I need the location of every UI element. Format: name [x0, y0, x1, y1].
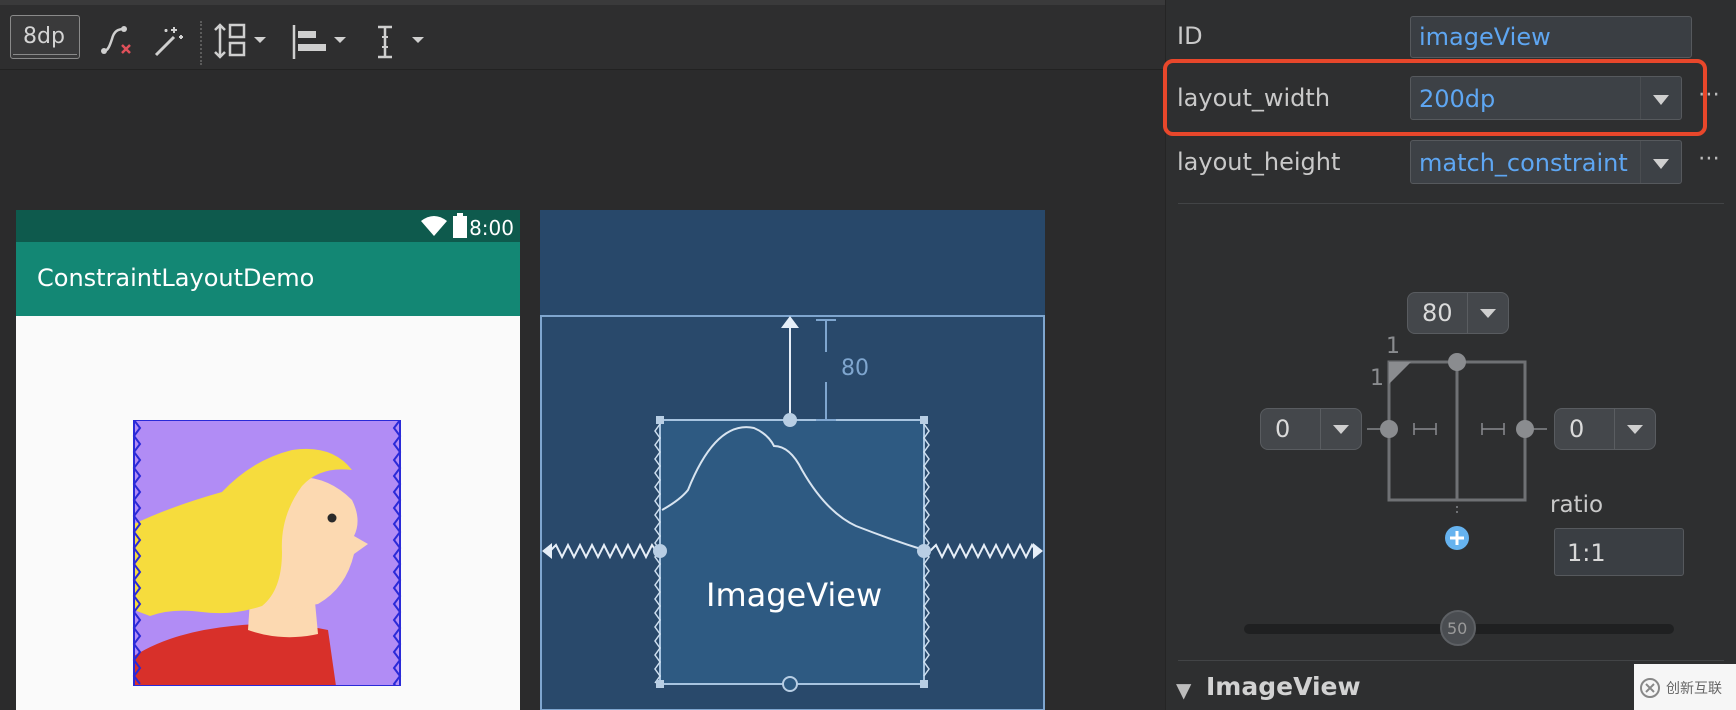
attributes-panel: ID imageView layout_width 200dp ⋯ layout…	[1163, 0, 1736, 710]
layout-height-dropdown[interactable]: match_constraint	[1410, 140, 1682, 184]
layout-editor: 8dp 8:00 ConstraintLayoutDemo 80 ImageVi…	[0, 0, 1165, 710]
watermark-text: 创新互联	[1666, 681, 1722, 697]
id-value: imageView	[1419, 23, 1551, 51]
ratio-width-label: 1	[1386, 334, 1400, 359]
chevron-down-icon[interactable]	[1467, 293, 1508, 333]
battery-icon	[453, 213, 467, 238]
pack-icon[interactable]	[212, 19, 272, 63]
bias-value: 50	[1447, 619, 1468, 638]
collapse-arrow-icon[interactable]: ▼	[1176, 678, 1191, 702]
watermark-logo: 创新互联	[1634, 664, 1736, 710]
ratio-height-label: 1	[1370, 366, 1384, 391]
status-bar: 8:00	[16, 210, 520, 242]
align-icon[interactable]	[288, 19, 352, 63]
app-title: ConstraintLayoutDemo	[37, 264, 315, 292]
top-margin-spinner[interactable]: 80	[1407, 292, 1509, 334]
image-view-preview[interactable]	[132, 420, 402, 686]
watermark-icon	[1640, 678, 1660, 698]
default-margins-value: 8dp	[23, 24, 65, 49]
status-time: 8:00	[469, 216, 514, 240]
blueprint-canvas	[540, 315, 1045, 710]
app-bar: ConstraintLayoutDemo	[16, 242, 520, 316]
more-options-icon[interactable]: ⋯	[1698, 146, 1720, 171]
id-field[interactable]: imageView	[1410, 16, 1692, 58]
divider	[1178, 660, 1724, 661]
section-title[interactable]: ImageView	[1206, 672, 1361, 701]
design-toolbar: 8dp	[0, 5, 1165, 70]
wifi-icon	[421, 216, 447, 236]
ratio-value: 1:1	[1567, 539, 1606, 567]
clear-constraints-icon[interactable]	[98, 21, 138, 61]
blueprint-view: 80 ImageView	[540, 210, 1045, 710]
guidelines-icon[interactable]	[370, 19, 430, 63]
widget-label: ImageView	[706, 576, 883, 614]
ratio-label: ratio	[1550, 492, 1604, 518]
design-preview: 8:00 ConstraintLayoutDemo	[16, 210, 520, 710]
chevron-down-icon[interactable]	[1640, 141, 1681, 183]
right-margin-value: 0	[1569, 415, 1585, 443]
right-margin-spinner[interactable]: 0	[1554, 408, 1656, 450]
layout-height-label: layout_height	[1177, 148, 1341, 176]
layout-height-value: match_constraint	[1419, 149, 1628, 177]
top-margin-label: 80	[841, 356, 869, 381]
toolbar-separator	[200, 21, 202, 65]
left-margin-value: 0	[1275, 415, 1291, 443]
bias-slider-thumb[interactable]: 50	[1440, 610, 1476, 646]
divider	[1178, 203, 1724, 204]
id-label: ID	[1177, 22, 1203, 50]
infer-constraints-icon[interactable]	[148, 21, 188, 61]
highlight-annotation	[1163, 59, 1707, 136]
top-margin-value: 80	[1422, 299, 1453, 327]
default-margins-button[interactable]: 8dp	[10, 15, 80, 59]
ratio-field[interactable]: 1:1	[1554, 528, 1684, 576]
chevron-down-icon[interactable]	[1614, 409, 1655, 449]
